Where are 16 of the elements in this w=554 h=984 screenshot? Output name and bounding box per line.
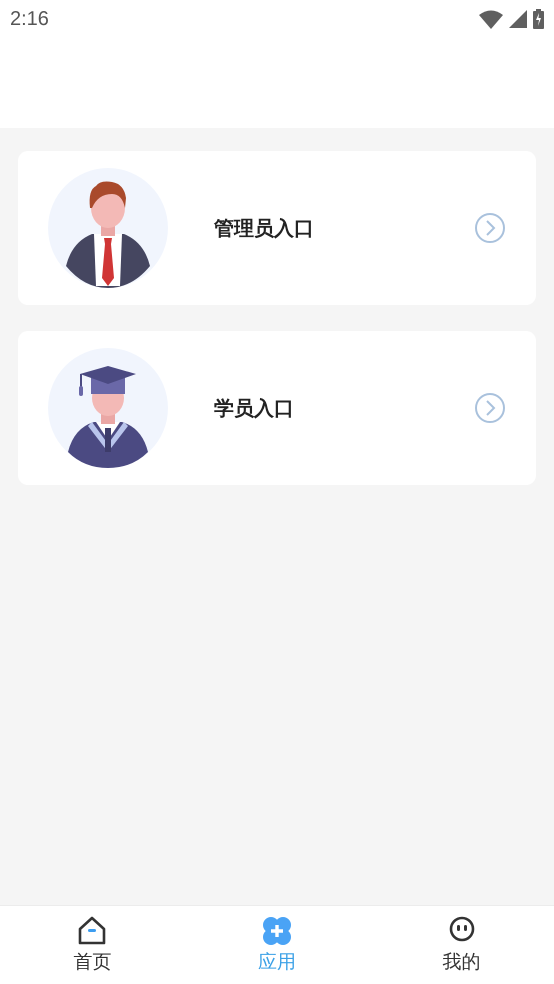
- wifi-icon: [479, 10, 503, 28]
- nav-tab[interactable]: 我的: [369, 906, 554, 984]
- businessman-avatar-icon: [48, 168, 168, 288]
- entry-label: 学员入口: [214, 394, 295, 422]
- chevron-right-icon: [474, 212, 506, 244]
- entry-label: 管理员入口: [214, 214, 315, 242]
- home-icon: [76, 915, 108, 947]
- entry-card[interactable]: 学员入口: [18, 331, 536, 485]
- nav-tab[interactable]: 首页: [0, 906, 185, 984]
- signal-icon: [509, 10, 527, 28]
- battery-icon: [533, 9, 544, 29]
- chevron-right-icon: [474, 392, 506, 424]
- status-time: 2:16: [10, 8, 49, 30]
- entry-card[interactable]: 管理员入口: [18, 151, 536, 305]
- add-app-icon: [261, 915, 293, 947]
- graduate-avatar-icon: [48, 348, 168, 468]
